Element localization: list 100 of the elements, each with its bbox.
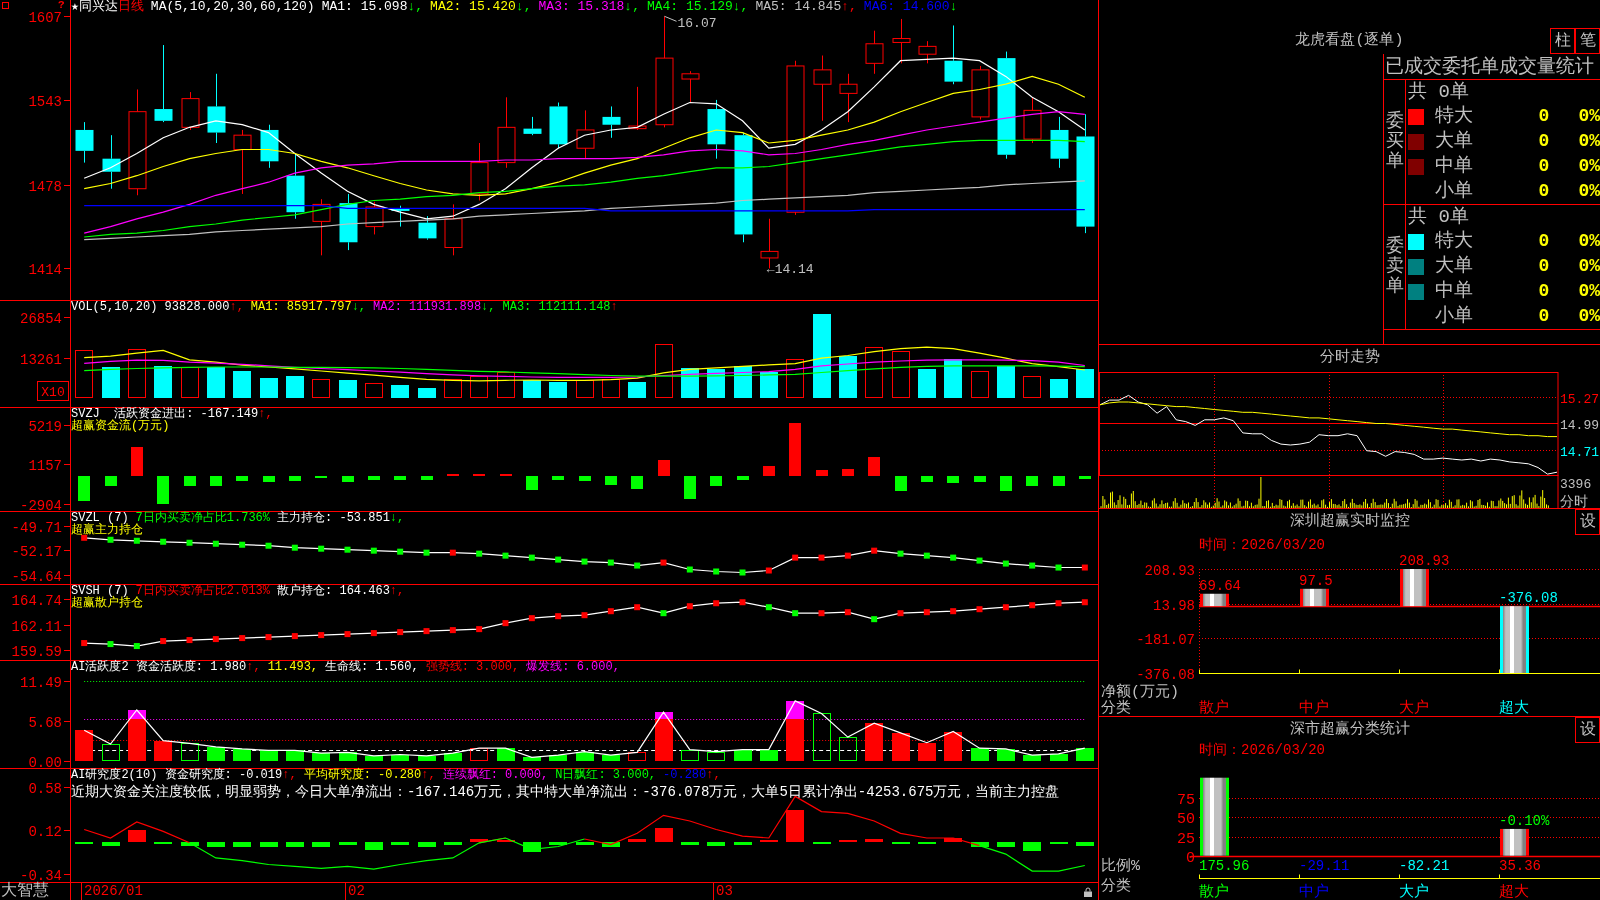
fund-flow-bar [105,476,117,486]
fund-flow-bar [737,476,749,480]
square-marker [713,600,720,607]
candle [286,152,305,220]
fund-flow-bar [789,423,801,476]
fund-flow-bar [579,476,591,481]
candle [391,205,410,228]
research-bar [602,842,620,847]
fund-flow-bar [1026,476,1038,486]
candle [523,116,542,136]
square-marker [581,558,588,565]
view-toggle-button[interactable]: 柱 [1550,28,1575,54]
square-marker [186,539,193,546]
fund-flow-bar [342,476,354,482]
research-bar [734,842,752,845]
square-marker [107,536,114,543]
trend-arrow: ↓ [949,0,958,14]
fund-flow-bar [1000,476,1012,491]
candle [102,134,121,190]
research-bar [128,830,146,842]
side-label: 委卖单 [1385,237,1404,297]
section-title: 深圳超赢实时监控 [1288,511,1411,532]
square-marker [897,610,904,617]
square-marker [107,641,114,648]
axis-label: 164.74 [11,592,62,609]
square-marker [239,541,246,548]
square-marker [581,612,588,619]
legend-entry: N日飘红: 3.000, [555,769,657,781]
square-marker [660,559,667,566]
square-marker [1029,562,1036,569]
axis-label: 208.93 [1144,562,1195,579]
fund-flow-bar [763,466,775,476]
order-type-label: 大单 [1435,254,1474,279]
research-bar [102,842,120,846]
section-title: 分时走势 [1318,347,1381,368]
square-marker [976,606,983,613]
price-annotation: 16.07 [677,16,717,32]
star-symbol: ★ [71,0,79,14]
settings-button[interactable]: 设 [1575,717,1600,743]
square-marker [212,636,219,643]
candle [681,70,700,104]
fund-flow-bar [78,476,90,501]
side-label: 委买单 [1385,112,1404,172]
legend-entry: SVZJ 活跃资金进出: -167.149 [71,408,259,420]
axis-label: 0 [1186,849,1195,867]
square-marker [607,608,614,615]
candle [576,109,595,160]
fund-flow-bar [658,460,670,476]
candle [207,73,226,144]
legend-entry: SVSH (7) [71,585,129,597]
axis-label: 25 [1177,830,1195,848]
striped-bar [1200,593,1229,607]
striped-bar [1400,569,1429,607]
square-marker [897,550,904,557]
settings-button[interactable]: 设 [1575,509,1600,535]
fund-flow-bar [868,457,880,476]
axis-label: 26854 [20,310,62,327]
axis-label: 5219 [28,418,62,435]
trend-arrow: ↑, [258,408,273,420]
research-bar [391,842,409,845]
legend-entry: SVZL (7) [71,512,129,524]
axis-label: -54.64 [11,568,62,584]
legend-entry: MA3: 15.318 [538,0,625,14]
order-total: 共 0单 [1407,80,1470,104]
research-bar [444,842,462,845]
research-bar [944,838,962,842]
fund-flow-bar [605,476,617,485]
research-bar [707,842,725,846]
candle [260,124,279,169]
axis-label: 14.71 [1560,444,1599,460]
research-bar [681,842,699,845]
legend-entry: MA1: 15.098 [321,0,408,14]
table-title: 已成交委托单成交量统计 [1384,54,1600,80]
data-label: -376.08 [1499,590,1558,607]
square-marker [634,562,641,569]
order-percent: 0% [1577,130,1600,153]
trend-arrow: ↓, [732,0,749,14]
research-bar [470,839,488,842]
square-marker [871,547,878,554]
square-marker [476,550,483,557]
candle [365,201,384,235]
square-marker [160,538,167,545]
axis-label: 13261 [20,351,62,368]
order-count: 0 [1537,305,1551,328]
candle [75,121,94,164]
value-label: -29.11 [1299,858,1350,874]
order-count: 0 [1537,155,1551,178]
order-percent: 0% [1577,255,1600,278]
research-bar [1076,842,1094,846]
order-count: 0 [1537,280,1551,303]
view-toggle-button[interactable]: 笔 [1575,28,1600,54]
legend-entry: 连续飘红: 0.000, [442,769,549,781]
axis-label: 162.11 [11,618,62,635]
brand-name: 大智慧 [0,883,71,900]
month-label: 02 [345,883,365,900]
square-marker [502,620,509,627]
order-type-label: 特大 [1435,104,1474,129]
square-marker [1055,564,1062,571]
legend-entry: 散户持仓: 164.463 [277,585,390,597]
square-marker [265,542,272,549]
